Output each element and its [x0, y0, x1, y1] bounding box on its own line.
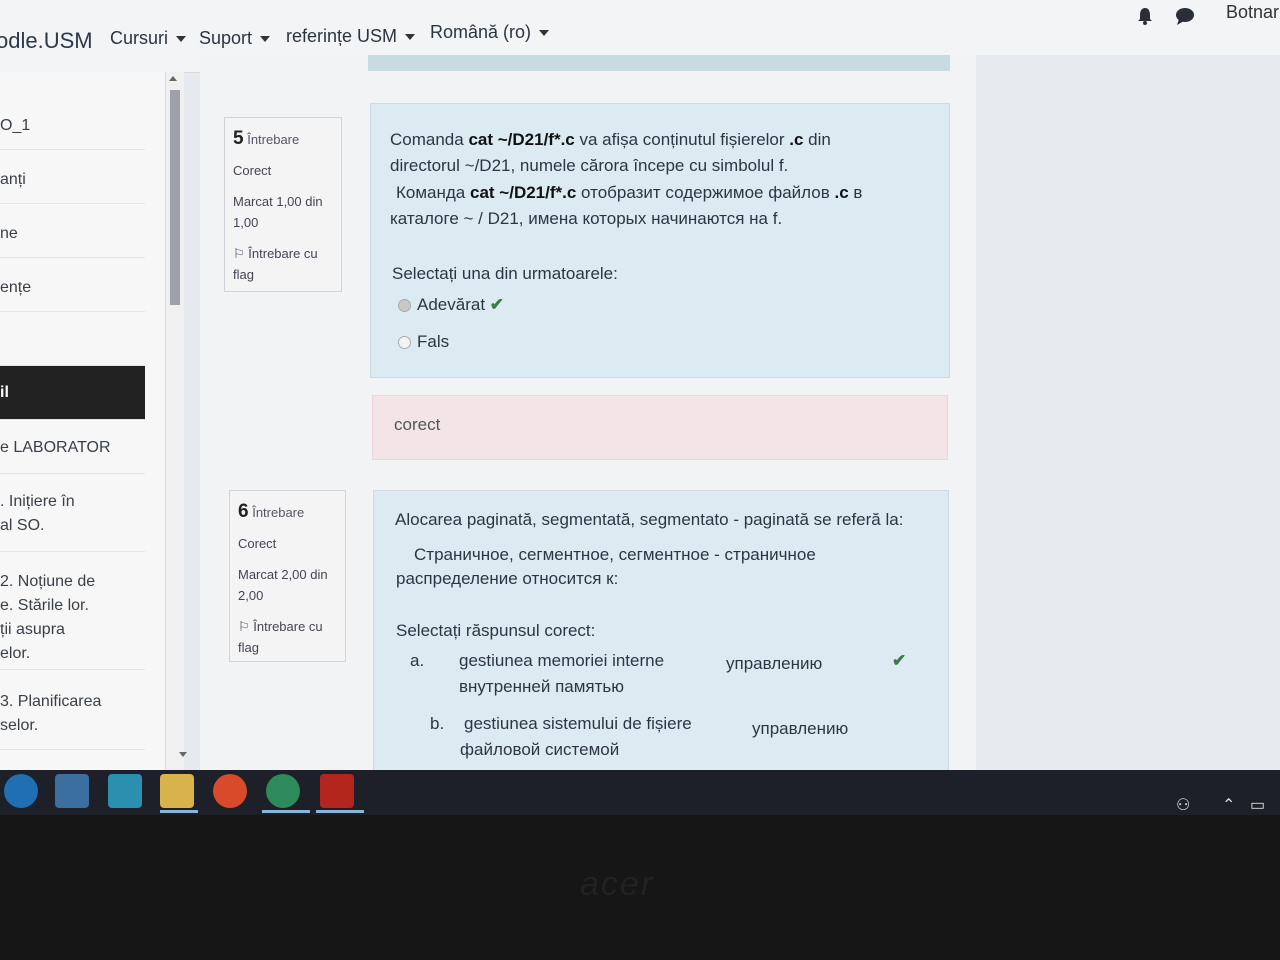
- drawer-item[interactable]: 2. Noțiune de e. Stările lor. ții asupra…: [0, 552, 145, 670]
- chat-icon[interactable]: [1174, 6, 1196, 26]
- chevron-down-icon: [260, 36, 271, 43]
- store-icon[interactable]: [55, 774, 89, 808]
- question-text-ru-line2: каталоге ~ / D21, имена которых начинают…: [390, 209, 783, 228]
- menu-label: Română (ro): [430, 22, 532, 42]
- drawer-item[interactable]: . Inițiere în al SO.: [0, 474, 145, 552]
- chevron-down-icon: [405, 34, 416, 41]
- flag-label: Întrebare cu flag: [233, 246, 318, 282]
- drawer-scroll-thumb[interactable]: [170, 90, 180, 305]
- menu-label: referințe USM: [286, 26, 398, 46]
- drawer-item[interactable]: ențe: [0, 258, 145, 312]
- check-icon: ✔: [892, 651, 907, 670]
- running-indicator: [160, 810, 198, 813]
- question-word: Întrebare: [247, 132, 300, 147]
- answer-prompt: Selectați răspunsul corect:: [396, 621, 596, 640]
- file-explorer-icon[interactable]: [160, 774, 194, 808]
- question-state: Corect: [233, 163, 272, 178]
- previous-question-tail: [368, 55, 950, 71]
- drawer-item[interactable]: e LABORATOR: [0, 420, 145, 474]
- match-row-a: a.: [410, 651, 424, 671]
- course-nav-drawer: O_1 anți ne ențe il e LABORATOR . Iniție…: [0, 72, 166, 772]
- scroll-up-icon[interactable]: [169, 76, 177, 81]
- app-icon[interactable]: [108, 774, 142, 808]
- answer-prompt: Selectați una din urmatoarele:: [392, 264, 618, 283]
- flag-icon: ⚐: [238, 619, 250, 634]
- drawer-item[interactable]: anți: [0, 150, 145, 204]
- match-select[interactable]: управлению: [752, 719, 848, 739]
- answer-option-true[interactable]: Adevărat ✔: [398, 295, 504, 315]
- menu-cursuri[interactable]: Cursuri: [110, 28, 187, 49]
- question-text-ro-line1: Comanda cat ~/D21/f*.c va afișa conținut…: [390, 130, 831, 149]
- question-text-ru-line1: Команда cat ~/D21/f*.c отобразит содержи…: [396, 183, 863, 202]
- running-indicator: [262, 810, 310, 813]
- scroll-down-icon[interactable]: [179, 752, 187, 757]
- menu-language[interactable]: Română (ro): [430, 22, 550, 43]
- question-text-ro: Alocarea paginată, segmentată, segmentat…: [395, 510, 904, 529]
- pdf-reader-icon[interactable]: [320, 774, 354, 808]
- radio-button[interactable]: [398, 336, 411, 350]
- answer-option-false[interactable]: Fals: [398, 332, 449, 352]
- question-feedback-5: [372, 395, 948, 460]
- drawer-item[interactable]: 3. Planificarea selor.: [0, 670, 145, 750]
- question-grade: Marcat 1,00 din 1,00: [233, 194, 323, 230]
- drawer-item[interactable]: ne: [0, 204, 145, 258]
- drawer-item-active[interactable]: il: [0, 366, 145, 420]
- question-grade: Marcat 2,00 din 2,00: [238, 567, 328, 603]
- option-letter: b.: [430, 714, 445, 733]
- menu-label: Suport: [199, 28, 253, 48]
- question-info-5: 5 Întrebare Corect Marcat 1,00 din 1,00 …: [224, 117, 342, 292]
- menu-label: Cursuri: [110, 28, 169, 48]
- question-text-ro-line2: directorul ~/D21, numele cărora începe c…: [390, 156, 789, 175]
- match-label-ru: внутренней памятью: [459, 677, 625, 696]
- feedback-text: corect: [394, 415, 441, 434]
- flag-question-link[interactable]: ⚐ Întrebare cu flag: [238, 616, 337, 658]
- chevron-down-icon: [176, 36, 187, 43]
- battery-icon[interactable]: ▭: [1250, 795, 1265, 815]
- drawer-item[interactable]: [0, 312, 145, 366]
- running-indicator: [316, 810, 364, 813]
- match-label-ru: файловой системой: [460, 740, 620, 759]
- question-text-ru-line2: распределение относится к:: [396, 569, 619, 588]
- question-number: 6: [238, 501, 249, 522]
- laptop-brand-logo: acer: [580, 865, 655, 903]
- menu-suport[interactable]: Suport: [199, 28, 271, 49]
- question-state: Corect: [238, 536, 277, 551]
- question-text-ru-line1: Страничное, сегментное, сегментное - стр…: [414, 545, 816, 564]
- chevron-down-icon: [539, 30, 550, 37]
- bell-icon[interactable]: [1134, 6, 1156, 26]
- browser-screen: odle.USM Cursuri Suport referințe USM Ro…: [0, 0, 1280, 815]
- user-menu[interactable]: Botnar: [1226, 2, 1279, 23]
- question-word: Întrebare: [252, 505, 305, 520]
- media-player-icon[interactable]: [213, 774, 247, 808]
- radio-button[interactable]: [398, 299, 411, 313]
- flag-icon: ⚐: [233, 246, 245, 261]
- match-label-ro: gestiunea memoriei interne: [459, 651, 665, 670]
- question-info-6: 6 Întrebare Corect Marcat 2,00 din 2,00 …: [229, 490, 346, 662]
- match-label-ro: gestiunea sistemului de fișiere: [464, 714, 692, 733]
- chrome-icon[interactable]: [266, 774, 300, 808]
- flag-label: Întrebare cu flag: [238, 619, 323, 655]
- match-row-b: b.: [430, 714, 444, 734]
- option-label: Fals: [417, 332, 450, 351]
- match-select[interactable]: управлению: [726, 654, 822, 674]
- flag-question-link[interactable]: ⚐ Întrebare cu flag: [233, 243, 333, 285]
- chevron-up-icon[interactable]: ⌃: [1222, 795, 1235, 815]
- option-label: Adevărat: [417, 295, 486, 314]
- site-brand[interactable]: odle.USM: [0, 28, 93, 54]
- question-number: 5: [233, 128, 244, 149]
- menu-referinte[interactable]: referințe USM: [286, 26, 416, 47]
- right-margin: [976, 55, 1280, 775]
- people-icon[interactable]: ⚇: [1176, 795, 1190, 815]
- check-icon: ✔: [489, 295, 505, 314]
- option-letter: a.: [410, 651, 425, 670]
- drawer-item[interactable]: O_1: [0, 94, 145, 150]
- edge-icon[interactable]: [4, 774, 38, 808]
